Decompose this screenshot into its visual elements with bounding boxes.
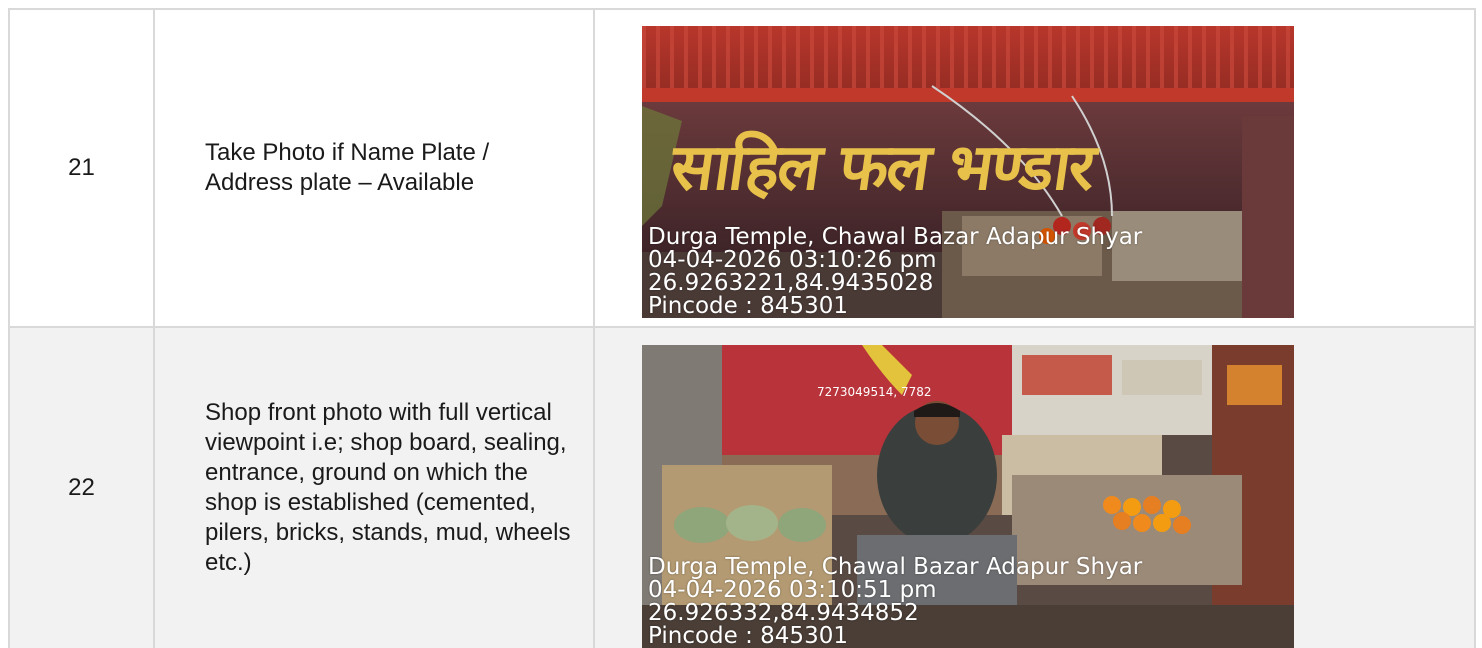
photo-cell: 7273049514, 7782 Durga Temple, Chawal Ba… xyxy=(593,328,1476,648)
row-description-text: Take Photo if Name Plate / Address plate… xyxy=(205,139,490,196)
stamp-coordinates: 26.926332,84.9434852 xyxy=(648,600,919,626)
row-number-text: 21 xyxy=(68,154,95,181)
stamp-coordinates: 26.9263221,84.9435028 xyxy=(648,270,934,296)
stamp-pincode: Pincode : 845301 xyxy=(648,293,848,318)
checklist-table: 21 Take Photo if Name Plate / Address pl… xyxy=(8,8,1476,648)
photo-cell: साहिल फल भण्डार Durga Temple, Chawal Baz… xyxy=(593,10,1476,326)
shop-front-photo[interactable]: 7273049514, 7782 Durga Temple, Chawal Ba… xyxy=(642,345,1294,648)
shop-sign-text: 7273049514, 7782 xyxy=(817,385,932,399)
name-plate-photo[interactable]: साहिल फल भण्डार Durga Temple, Chawal Baz… xyxy=(642,26,1294,318)
geo-stamp: Durga Temple, Chawal Bazar Adapur Shyar … xyxy=(648,556,1142,648)
stamp-location: Durga Temple, Chawal Bazar Adapur Shyar xyxy=(648,224,1143,250)
stamp-pincode: Pincode : 845301 xyxy=(648,623,848,648)
stamp-datetime: 04-04-2026 03:10:26 pm xyxy=(648,247,937,273)
geo-stamp: Durga Temple, Chawal Bazar Adapur Shyar … xyxy=(648,226,1142,318)
row-description: Take Photo if Name Plate / Address plate… xyxy=(153,10,593,326)
row-number-text: 22 xyxy=(68,474,95,501)
row-description: Shop front photo with full vertical view… xyxy=(153,328,593,648)
row-number: 22 xyxy=(8,328,153,648)
stamp-datetime: 04-04-2026 03:10:51 pm xyxy=(648,577,937,603)
row-number: 21 xyxy=(8,10,153,326)
table-row: 21 Take Photo if Name Plate / Address pl… xyxy=(8,10,1476,328)
stamp-location: Durga Temple, Chawal Bazar Adapur Shyar xyxy=(648,554,1143,580)
row-description-text: Shop front photo with full vertical view… xyxy=(205,399,571,576)
table-row: 22 Shop front photo with full vertical v… xyxy=(8,328,1476,648)
shop-sign-text: साहिल फल भण्डार xyxy=(666,131,1099,205)
